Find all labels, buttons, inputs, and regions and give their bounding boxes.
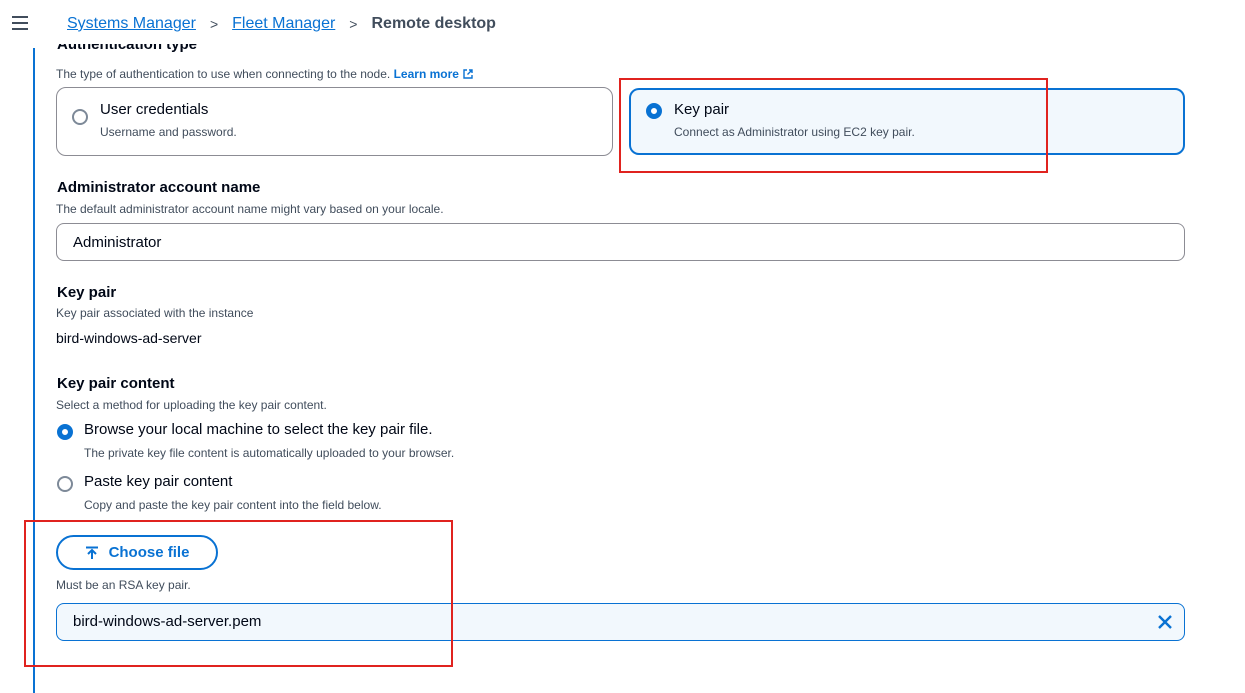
keypair-value: bird-windows-ad-server <box>56 330 202 346</box>
breadcrumb-fleet-manager[interactable]: Fleet Manager <box>232 15 335 33</box>
auth-title: Authentication type <box>57 44 198 53</box>
auth-option-key-pair[interactable]: Key pair Connect as Administrator using … <box>629 88 1185 155</box>
breadcrumb-current: Remote desktop <box>371 15 496 32</box>
keypair-description: Key pair associated with the instance <box>56 306 254 320</box>
menu-icon[interactable] <box>12 16 28 30</box>
breadcrumb-separator: > <box>349 16 358 32</box>
breadcrumb: Systems Manager > Fleet Manager > Remote… <box>67 15 496 33</box>
radio-browse-local[interactable] <box>57 424 73 440</box>
option-description: Username and password. <box>100 125 237 139</box>
selected-file-token: bird-windows-ad-server.pem <box>56 603 1185 641</box>
radio-key-pair[interactable] <box>646 103 662 119</box>
keypair-content-description: Select a method for uploading the key pa… <box>56 398 327 412</box>
keypair-content-title: Key pair content <box>57 375 175 392</box>
option-label: User credentials <box>100 101 209 118</box>
upload-icon <box>85 546 98 559</box>
option-description: Connect as Administrator using EC2 key p… <box>674 125 915 139</box>
admin-title: Administrator account name <box>57 179 261 196</box>
radio-user-credentials[interactable] <box>72 109 88 125</box>
file-name: bird-windows-ad-server.pem <box>73 613 262 630</box>
breadcrumb-separator: > <box>209 16 219 32</box>
paste-option-description: Copy and paste the key pair content into… <box>84 498 382 512</box>
paste-option-label[interactable]: Paste key pair content <box>84 473 232 490</box>
option-label: Key pair <box>674 101 730 118</box>
form-section-divider <box>33 48 35 693</box>
choose-file-label: Choose file <box>108 544 190 561</box>
upload-constraint: Must be an RSA key pair. <box>56 578 191 592</box>
learn-more-link[interactable]: Learn more <box>394 67 473 81</box>
admin-description: The default administrator account name m… <box>56 202 444 216</box>
keypair-title: Key pair <box>57 284 117 301</box>
top-navigation: Systems Manager > Fleet Manager > Remote… <box>0 0 1245 48</box>
external-link-icon <box>463 69 473 79</box>
admin-account-input[interactable] <box>56 223 1185 261</box>
browse-option-label[interactable]: Browse your local machine to select the … <box>84 421 433 438</box>
auth-option-user-credentials[interactable]: User credentials Username and password. <box>56 87 613 156</box>
choose-file-button[interactable]: Choose file <box>56 535 218 570</box>
close-icon[interactable] <box>1156 613 1174 631</box>
breadcrumb-systems-manager[interactable]: Systems Manager <box>67 15 196 33</box>
auth-description: The type of authentication to use when c… <box>56 67 473 81</box>
radio-paste-content[interactable] <box>57 476 73 492</box>
browse-option-description: The private key file content is automati… <box>84 446 455 460</box>
